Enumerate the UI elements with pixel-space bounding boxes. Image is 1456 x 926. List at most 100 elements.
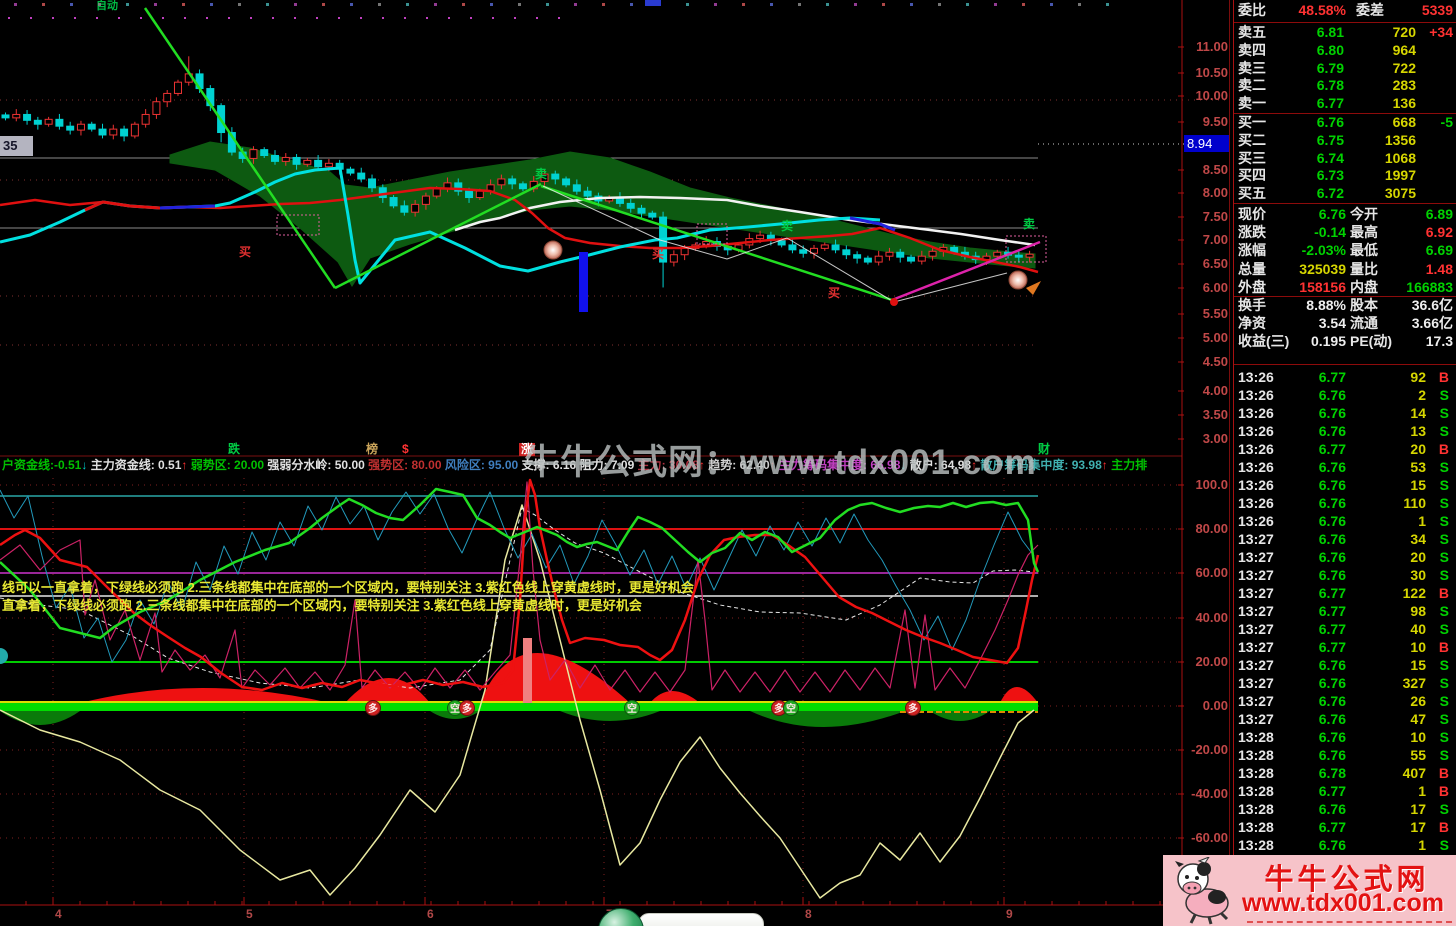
mini-tab-榜[interactable]: 榜 [366, 443, 378, 456]
time-sales-row: 13:27 6.77 10 B [1238, 639, 1449, 656]
time-sales-row: 13:28 6.76 1 S [1238, 837, 1449, 854]
ask-level-row[interactable]: 卖四 6.80 964 [1234, 42, 1456, 60]
svg-text:卖: 卖 [1023, 216, 1035, 231]
svg-text:80.00: 80.00 [1195, 521, 1228, 536]
strategy-annotation-2: 直拿着，下绿线必须跑 2.三条线都集中在底部的一个区域内，要特别关注 3.紫红色… [2, 598, 642, 613]
svg-text:买: 买 [239, 245, 251, 259]
svg-text:4.00: 4.00 [1203, 383, 1228, 398]
svg-text:空: 空 [627, 702, 637, 715]
bid-level-row[interactable]: 买四 6.73 1997 [1234, 167, 1456, 185]
floating-toolbar-pill[interactable] [638, 913, 764, 926]
time-sales-row: 13:27 6.76 30 S [1238, 567, 1449, 584]
svg-text:卖: 卖 [535, 166, 547, 181]
svg-text:5: 5 [246, 907, 253, 921]
cow-mascot-icon [1175, 857, 1229, 925]
time-sales-row: 13:26 6.76 13 S [1238, 423, 1449, 440]
ask-level-row[interactable]: 卖二 6.78 283 [1234, 77, 1456, 95]
last-price-tag: 8.94 [1184, 135, 1235, 152]
svg-text:空: 空 [786, 702, 796, 715]
header-part: 强弱分水岭: 50.00 [264, 458, 365, 472]
time-sales-row: 13:26 6.76 53 S [1238, 459, 1449, 476]
time-sales-row: 13:28 6.76 17 S [1238, 801, 1449, 818]
svg-text:9: 9 [1006, 907, 1013, 921]
ask-level-row[interactable]: 卖五 6.81 720 +34 [1234, 24, 1456, 42]
svg-text:7.50: 7.50 [1203, 209, 1228, 224]
bid-level-row[interactable]: 买三 6.74 1068 [1234, 150, 1456, 168]
time-sales-row: 13:27 6.76 47 S [1238, 711, 1449, 728]
left-cut-label: 35 [0, 136, 33, 156]
bid-level-row[interactable]: 买一 6.76 668 -5 [1234, 114, 1456, 132]
svg-text:8.50: 8.50 [1203, 162, 1228, 177]
quote-info-row: 现价 6.76 今开 6.89 [1238, 206, 1453, 222]
time-sales-row: 13:27 6.77 122 B [1238, 585, 1449, 602]
weicha-value: 5339 [1421, 2, 1453, 18]
svg-text:7.00: 7.00 [1203, 232, 1228, 247]
ask-level-row[interactable]: 卖三 6.79 722 [1234, 60, 1456, 78]
svg-text:60.00: 60.00 [1195, 565, 1228, 580]
header-part: 主力资金线: 0.51 [87, 458, 182, 472]
time-sales-row: 13:28 6.76 55 S [1238, 747, 1449, 764]
svg-text:空: 空 [450, 702, 460, 715]
bid-level-row[interactable]: 买五 6.72 3075 [1234, 185, 1456, 203]
svg-text:3.50: 3.50 [1203, 407, 1228, 422]
svg-text:4.50: 4.50 [1203, 354, 1228, 369]
svg-text:多: 多 [368, 702, 378, 715]
weicha-label: 委差 [1356, 2, 1384, 18]
time-sales-row: 13:27 6.76 20 S [1238, 549, 1449, 566]
svg-text:6.50: 6.50 [1203, 256, 1228, 271]
svg-text:10.00: 10.00 [1195, 88, 1228, 103]
svg-text:买: 买 [828, 286, 840, 300]
mini-tab-财[interactable]: 财 [1038, 443, 1050, 456]
time-sales-row: 13:27 6.76 15 S [1238, 657, 1449, 674]
time-sales-row: 13:26 6.76 14 S [1238, 405, 1449, 422]
svg-text:100.0: 100.0 [1195, 477, 1228, 492]
ask-levels[interactable]: 卖五 6.81 720 +34 卖四 6.80 964 卖三 6.79 722 卖二 6.78 283 卖… [1234, 24, 1456, 113]
mini-tab-$[interactable]: $ [402, 443, 409, 456]
quote-info-row: 外盘 158156 内盘 166883 [1238, 278, 1453, 295]
svg-text:买: 买 [652, 247, 664, 261]
auto-label: 自动 [96, 0, 118, 12]
top-indicator-strip: 自动 [0, 0, 1180, 24]
weibi-value: 48.58% [1298, 2, 1346, 18]
time-sales-row: 13:27 6.76 327 S [1238, 675, 1449, 692]
quote-info-row: 换手 8.88% 股本 36.6亿 [1238, 296, 1453, 313]
site-logo-banner[interactable]: 牛牛公式网 www.tdx001.com [1163, 855, 1456, 926]
weibi-row: 委比 48.58% 委差 5339 [1234, 1, 1456, 19]
bid-level-row[interactable]: 买二 6.75 1356 [1234, 132, 1456, 150]
time-sales-row: 13:27 6.76 34 S [1238, 531, 1449, 548]
svg-text:5.50: 5.50 [1203, 306, 1228, 321]
svg-text:-20.00: -20.00 [1191, 742, 1228, 757]
time-sales-row: 13:28 6.77 1 B [1238, 783, 1449, 800]
time-sales-row: 13:26 6.77 20 B [1238, 441, 1449, 458]
quote-info-block: 现价 6.76 今开 6.89 涨跌 -0.14 最高 6.92 涨幅 -2.03% 最低 6.69 总… [1234, 205, 1456, 351]
mini-tab-跌[interactable]: 跌 [228, 443, 240, 456]
quote-info-row: 净资 3.54 流通 3.66亿 [1238, 315, 1453, 332]
tdx-trading-app-window: 45678911.0010.5010.009.508.508.007.507.0… [0, 0, 1456, 926]
svg-text:多: 多 [908, 702, 918, 715]
site-watermark: 牛牛公式网：www.tdx001.com [524, 443, 1037, 482]
time-sales-row: 13:26 6.77 92 B [1238, 369, 1449, 385]
bid-levels[interactable]: 买一 6.76 668 -5 买二 6.75 1356 买三 6.74 1068 买四 6.73 199… [1234, 114, 1456, 203]
svg-text:多: 多 [774, 702, 784, 715]
quote-info-row: 涨幅 -2.03% 最低 6.69 [1238, 242, 1453, 259]
svg-text:11.00: 11.00 [1196, 39, 1228, 54]
svg-text:-60.00: -60.00 [1191, 830, 1228, 845]
svg-text:10.50: 10.50 [1195, 65, 1228, 80]
svg-text:4: 4 [55, 907, 62, 921]
time-sales-row: 13:26 6.76 1 S [1238, 513, 1449, 530]
svg-text:-40.00: -40.00 [1191, 786, 1228, 801]
svg-text:9.50: 9.50 [1203, 114, 1228, 129]
time-sales-row: 13:27 6.76 26 S [1238, 693, 1449, 710]
time-sales-list[interactable]: 13:26 6.77 92 B 13:26 6.76 2 S 13:26 6.76 14 S 13:26… [1234, 368, 1456, 854]
quote-sidebar: 委比 48.58% 委差 5339 卖五 6.81 720 +34 卖四 6.80 964 卖… [1233, 0, 1456, 926]
time-sales-row: 13:26 6.76 2 S [1238, 387, 1449, 404]
weibi-label: 委比 [1238, 2, 1266, 18]
ask-level-row[interactable]: 卖一 6.77 136 [1234, 95, 1456, 113]
header-part: 弱势区: 20.00 [187, 458, 265, 472]
svg-text:40.00: 40.00 [1195, 610, 1228, 625]
time-sales-row: 13:27 6.77 98 S [1238, 603, 1449, 620]
time-sales-row: 13:26 6.76 110 S [1238, 495, 1449, 512]
header-part: 风险区: 95.00 [441, 458, 519, 472]
time-sales-row: 13:28 6.78 407 B [1238, 765, 1449, 782]
quote-info-row: 收益(三) 0.195 PE(动) 17.3 [1238, 333, 1453, 350]
